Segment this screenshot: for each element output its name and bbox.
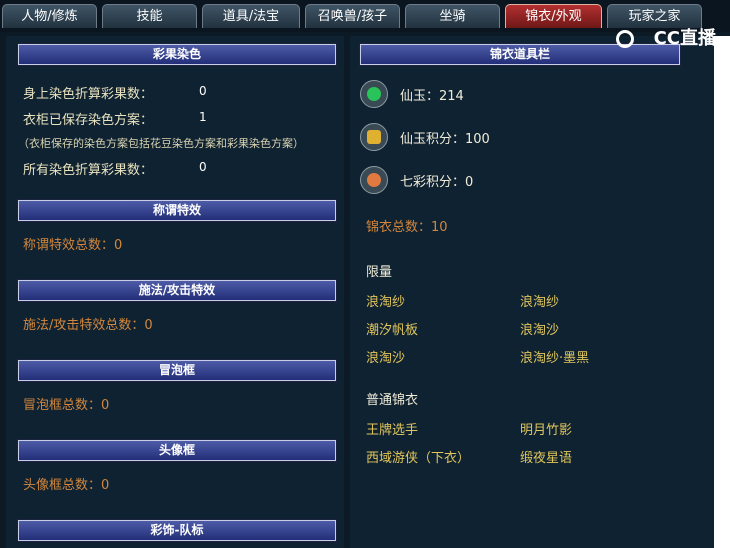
team-badge-header: 彩饰-队标 <box>17 519 337 542</box>
bubble-header: 冒泡框 <box>17 359 337 382</box>
right-edge <box>714 36 730 548</box>
title-effect-header: 称谓特效 <box>17 199 337 222</box>
jade-points-label: 仙玉积分：100 <box>400 132 490 147</box>
rainbow-points-label: 七彩积分：0 <box>400 175 474 190</box>
jade-icon[interactable] <box>360 80 388 108</box>
dye-saved-label: 衣柜已保存染色方案： <box>23 113 154 128</box>
cast-effect-header: 施法/攻击特效 <box>17 279 337 302</box>
right-panel: 锦衣道具栏 仙玉：214 仙玉积分：100 七彩积分：0 锦衣总数：10 限量 … <box>350 36 714 548</box>
avatar-frame-header: 头像框 <box>17 439 337 462</box>
tab-items[interactable]: 道具/法宝 <box>202 4 300 28</box>
limited-title: 限量 <box>366 265 393 280</box>
tab-home[interactable]: 玩家之家 <box>607 4 702 28</box>
dye-saved-value: 1 <box>199 110 207 124</box>
cc-logo-icon <box>616 30 634 48</box>
limited-item[interactable]: 潮汐帆板 <box>366 319 418 338</box>
cc-live-watermark: CC直播 <box>616 28 716 50</box>
normal-item[interactable]: 明月竹影 <box>520 419 572 438</box>
tab-mounts[interactable]: 坐骑 <box>405 4 500 28</box>
limited-item[interactable]: 浪淘沙 <box>366 347 405 366</box>
rainbow-points-icon[interactable] <box>360 166 388 194</box>
outfit-total: 锦衣总数：10 <box>366 220 448 235</box>
cast-effect-total: 施法/攻击特效总数：0 <box>23 318 153 333</box>
normal-title: 普通锦衣 <box>366 393 419 408</box>
tab-summons[interactable]: 召唤兽/孩子 <box>305 4 400 28</box>
limited-item[interactable]: 浪淘纱·墨黑 <box>520 347 589 366</box>
watermark-text: CC直播 <box>653 28 716 49</box>
normal-item[interactable]: 缎夜星语 <box>520 447 572 466</box>
bubble-total: 冒泡框总数：0 <box>23 398 110 413</box>
tab-outfits[interactable]: 锦衣/外观 <box>505 4 602 28</box>
limited-item[interactable]: 浪淘纱 <box>366 291 405 310</box>
dye-total-value: 0 <box>199 160 207 174</box>
jade-points-icon[interactable] <box>360 123 388 151</box>
limited-item[interactable]: 浪淘沙 <box>520 319 559 338</box>
dye-total-label: 所有染色折算彩果数： <box>23 163 154 178</box>
normal-item[interactable]: 西域游侠（下衣） <box>366 447 470 466</box>
title-effect-total: 称谓特效总数：0 <box>23 238 123 253</box>
dye-body-value: 0 <box>199 84 207 98</box>
dye-body-label: 身上染色折算彩果数： <box>23 87 154 102</box>
left-panel: 彩果染色 身上染色折算彩果数： 0 衣柜已保存染色方案： 1 （衣柜保存的染色方… <box>6 36 344 548</box>
tab-skills[interactable]: 技能 <box>102 4 197 28</box>
dye-note: （衣柜保存的染色方案包括花豆染色方案和彩果染色方案） <box>18 137 304 150</box>
limited-item[interactable]: 浪淘纱 <box>520 291 559 310</box>
normal-item[interactable]: 王牌选手 <box>366 419 418 438</box>
jade-label: 仙玉：214 <box>400 89 464 104</box>
tab-character[interactable]: 人物/修炼 <box>2 4 97 28</box>
dye-header: 彩果染色 <box>17 43 337 66</box>
avatar-frame-total: 头像框总数：0 <box>23 478 110 493</box>
